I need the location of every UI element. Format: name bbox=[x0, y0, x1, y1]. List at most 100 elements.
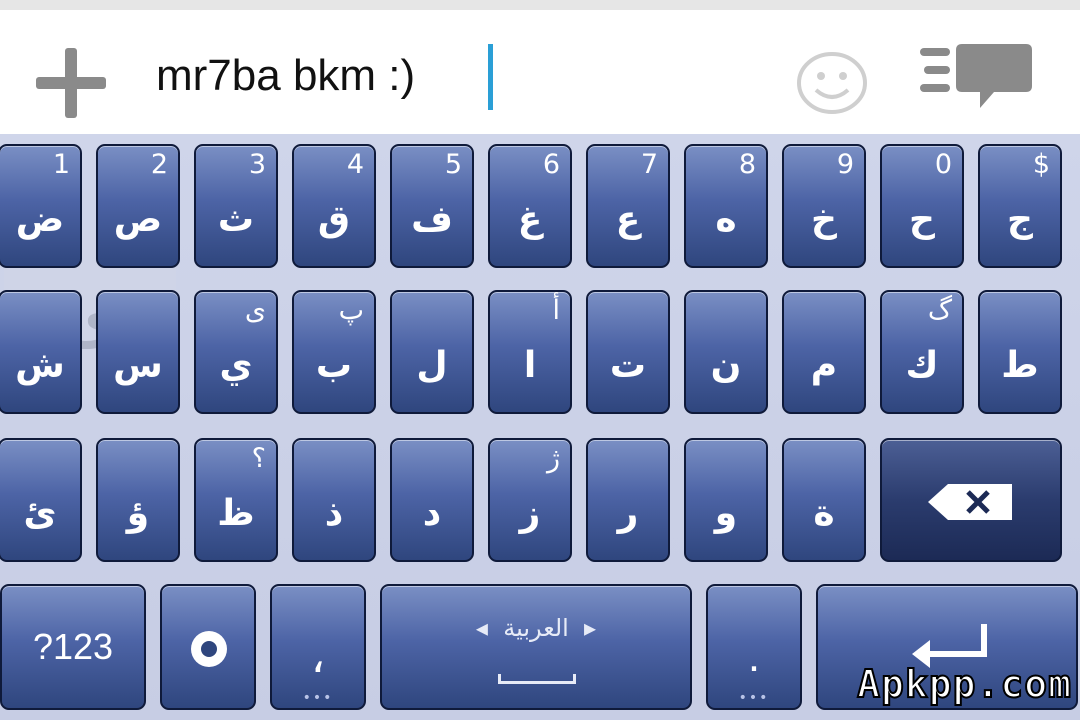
key-hint: 1 bbox=[52, 149, 70, 180]
key-row1-9[interactable]: 0ح bbox=[880, 144, 964, 268]
key-label: ج bbox=[1007, 199, 1033, 240]
key-row2-2[interactable]: ىي bbox=[194, 290, 278, 414]
key-label: غ bbox=[517, 199, 543, 240]
key-row2-10[interactable]: ط bbox=[978, 290, 1062, 414]
plus-icon[interactable] bbox=[36, 48, 106, 118]
key-row3-7[interactable]: و bbox=[684, 438, 768, 562]
spacebar-icon bbox=[498, 674, 576, 684]
key-row2-5[interactable]: أا bbox=[488, 290, 572, 414]
key-row1-6[interactable]: 7ع bbox=[586, 144, 670, 268]
key-label: م bbox=[810, 345, 838, 386]
key-row3-0[interactable]: ئ bbox=[0, 438, 82, 562]
key-row3-4[interactable]: د bbox=[390, 438, 474, 562]
key-label: ش bbox=[15, 345, 65, 386]
key-row3-8[interactable]: ة bbox=[782, 438, 866, 562]
key-hint: 2 bbox=[150, 149, 168, 180]
key-row1-2[interactable]: 3ث bbox=[194, 144, 278, 268]
settings-icon bbox=[191, 631, 227, 667]
key-row2-9[interactable]: گك bbox=[880, 290, 964, 414]
language-label: العربية bbox=[503, 614, 569, 642]
key-hint: 4 bbox=[346, 149, 364, 180]
key-row3-3[interactable]: ذ bbox=[292, 438, 376, 562]
key-row2-0[interactable]: ش bbox=[0, 290, 82, 414]
key-label: ض bbox=[15, 199, 65, 240]
key-label: ع bbox=[615, 199, 641, 240]
key-label: ئ bbox=[23, 493, 57, 534]
numbers-key[interactable]: ?123 bbox=[0, 584, 146, 710]
key-label: ي bbox=[219, 345, 253, 386]
key-hint: 0 bbox=[934, 149, 952, 180]
key-hint: گ bbox=[927, 295, 952, 326]
key-label: ح bbox=[909, 199, 935, 240]
more-keys-indicator: ••• bbox=[738, 690, 770, 706]
smiley-icon[interactable] bbox=[796, 52, 868, 114]
key-label: ل bbox=[416, 345, 448, 386]
key-row1-8[interactable]: 9خ bbox=[782, 144, 866, 268]
compose-bar: mr7ba bkm :) bbox=[0, 10, 1080, 134]
key-label: ق bbox=[317, 199, 351, 240]
more-keys-indicator: ••• bbox=[302, 690, 334, 706]
key-label: ص bbox=[113, 199, 163, 240]
space-key-label: ◂ العربية ▸ bbox=[475, 614, 597, 642]
chat-list-icon[interactable] bbox=[918, 42, 1034, 114]
key-hint: ى bbox=[244, 295, 266, 326]
key-label: ؤ bbox=[126, 493, 150, 534]
key-label: ت bbox=[609, 345, 647, 386]
key-hint: $ bbox=[1032, 149, 1050, 180]
key-label: خ bbox=[811, 199, 837, 240]
key-row1-4[interactable]: 5ف bbox=[390, 144, 474, 268]
comma-key[interactable]: ، ••• bbox=[270, 584, 366, 710]
key-row3-6[interactable]: ر bbox=[586, 438, 670, 562]
key-label: ر bbox=[617, 493, 639, 534]
key-row3-2[interactable]: ؟ ظ bbox=[194, 438, 278, 562]
key-row1-10[interactable]: $ ج bbox=[978, 144, 1062, 268]
key-label: س bbox=[113, 345, 163, 386]
key-hint: پ bbox=[338, 295, 364, 326]
key-label: ف bbox=[411, 199, 453, 240]
key-row2-3[interactable]: پب bbox=[292, 290, 376, 414]
key-label: د bbox=[422, 493, 442, 534]
key-label: ط bbox=[1001, 345, 1039, 386]
key-hint: 3 bbox=[248, 149, 266, 180]
keyboard: ى 1 ض 2 ص 3 ث 4 ق 5 ف 6 غ 7 ع 8 ه 9 خ 0 ح $ ج ش س ى ي پ ب ل أ ا ت ن م گ ك ط ئ… bbox=[0, 134, 1080, 720]
settings-key[interactable] bbox=[160, 584, 256, 710]
key-label: ذ bbox=[324, 493, 344, 534]
backspace-icon bbox=[928, 484, 1012, 520]
space-key[interactable]: ◂ العربية ▸ bbox=[380, 584, 692, 710]
key-hint: ژ bbox=[546, 443, 560, 474]
key-label: ظ bbox=[217, 493, 255, 534]
key-hint: 8 bbox=[738, 149, 756, 180]
message-input[interactable]: mr7ba bkm :) bbox=[156, 48, 415, 104]
key-row2-4[interactable]: ل bbox=[390, 290, 474, 414]
watermark: Apkpp.com bbox=[856, 661, 1072, 707]
key-row2-7[interactable]: ن bbox=[684, 290, 768, 414]
key-hint: 7 bbox=[640, 149, 658, 180]
key-hint: 5 bbox=[444, 149, 462, 180]
key-row3-5[interactable]: ژز bbox=[488, 438, 572, 562]
key-label: ك bbox=[905, 345, 939, 386]
text-cursor bbox=[488, 44, 493, 110]
key-row3-1[interactable]: ؤ bbox=[96, 438, 180, 562]
period-key[interactable]: . ••• bbox=[706, 584, 802, 710]
backspace-key[interactable] bbox=[880, 438, 1062, 562]
key-row1-5[interactable]: 6غ bbox=[488, 144, 572, 268]
key-hint: 9 bbox=[836, 149, 854, 180]
key-label: ن bbox=[710, 345, 742, 386]
key-label: ب bbox=[315, 345, 353, 386]
key-row1-7[interactable]: 8ه bbox=[684, 144, 768, 268]
key-label: ز bbox=[519, 493, 541, 534]
key-row1-1[interactable]: 2ص bbox=[96, 144, 180, 268]
key-label: ث bbox=[217, 199, 255, 240]
key-label: ه bbox=[715, 199, 737, 240]
key-hint: أ bbox=[552, 295, 560, 326]
key-row2-8[interactable]: م bbox=[782, 290, 866, 414]
key-hint: ؟ bbox=[251, 443, 266, 474]
top-edge bbox=[0, 0, 1080, 10]
key-label: ة bbox=[813, 493, 835, 534]
key-hint: 6 bbox=[542, 149, 560, 180]
key-row1-3[interactable]: 4ق bbox=[292, 144, 376, 268]
key-label: و bbox=[714, 493, 738, 534]
key-row1-0[interactable]: 1ض bbox=[0, 144, 82, 268]
key-row2-1[interactable]: س bbox=[96, 290, 180, 414]
key-row2-6[interactable]: ت bbox=[586, 290, 670, 414]
